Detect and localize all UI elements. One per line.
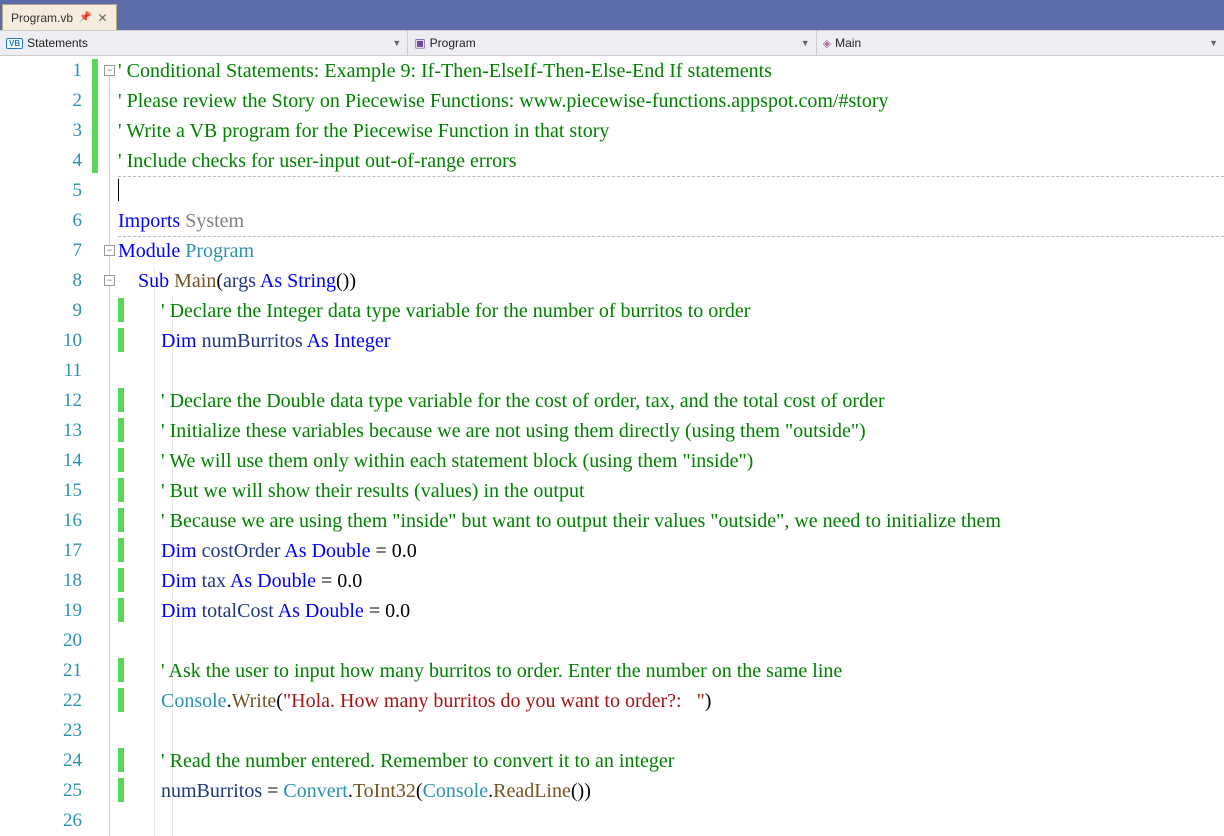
module-icon: ▣ [414,36,425,50]
line-number: 12 [0,386,82,416]
code-line[interactable]: ' We will use them only within each stat… [118,446,1224,476]
line-number: 1 [0,56,82,86]
fold-guide [109,76,110,836]
code-line[interactable]: ' Please review the Story on Piecewise F… [118,86,1224,116]
line-number: 5 [0,176,82,206]
fold-toggle[interactable]: − [104,65,115,76]
line-number: 3 [0,116,82,146]
method-icon: ◈ [823,37,831,50]
line-number: 7 [0,236,82,266]
code-line[interactable] [118,176,1224,206]
line-number: 25 [0,776,82,806]
text-cursor [118,179,119,201]
line-number-gutter: 1 2 3 4 5 6 7 8 9 10 11 12 13 14 15 16 1… [0,56,90,836]
vb-icon: VB [6,38,23,49]
chevron-down-icon: ▼ [801,38,810,48]
tab-bar: Program.vb 📌 ✕ [0,0,1224,30]
code-line[interactable]: Dim numBurritos As Integer [118,326,1224,356]
code-line[interactable]: ' Initialize these variables because we … [118,416,1224,446]
line-number: 24 [0,746,82,776]
line-number: 18 [0,566,82,596]
line-number: 14 [0,446,82,476]
line-number: 21 [0,656,82,686]
code-line[interactable] [118,806,1224,836]
change-marker [92,59,98,173]
nav-method-label: Main [835,36,861,50]
code-editor[interactable]: 1 2 3 4 5 6 7 8 9 10 11 12 13 14 15 16 1… [0,56,1224,836]
code-line[interactable] [118,356,1224,386]
line-number: 19 [0,596,82,626]
code-line[interactable]: numBurritos = Convert.ToInt32(Console.Re… [118,776,1224,806]
code-line[interactable]: Dim totalCost As Double = 0.0 [118,596,1224,626]
line-number: 10 [0,326,82,356]
line-number: 13 [0,416,82,446]
nav-method-dropdown[interactable]: ◈ Main ▼ [817,31,1224,55]
line-number: 23 [0,716,82,746]
code-line[interactable]: ' Conditional Statements: Example 9: If-… [118,56,1224,86]
nav-module-dropdown[interactable]: ▣ Program ▼ [408,31,816,55]
code-line[interactable]: ' Declare the Integer data type variable… [118,296,1224,326]
code-line[interactable]: Module Program [118,236,1224,266]
line-number: 22 [0,686,82,716]
line-number: 17 [0,536,82,566]
fold-toggle[interactable]: − [104,245,115,256]
code-line[interactable]: Dim tax As Double = 0.0 [118,566,1224,596]
line-number: 9 [0,296,82,326]
line-number: 8 [0,266,82,296]
code-line[interactable]: Sub Main(args As String()) [118,266,1224,296]
chevron-down-icon: ▼ [1209,38,1218,48]
code-line[interactable]: Imports System [118,206,1224,236]
line-number: 16 [0,506,82,536]
code-line[interactable]: Console.Write("Hola. How many burritos d… [118,686,1224,716]
line-number: 2 [0,86,82,116]
line-number: 6 [0,206,82,236]
line-number: 15 [0,476,82,506]
navigation-bar: VB Statements ▼ ▣ Program ▼ ◈ Main ▼ [0,30,1224,56]
code-line[interactable]: Dim costOrder As Double = 0.0 [118,536,1224,566]
fold-toggle[interactable]: − [104,275,115,286]
code-line[interactable]: ' But we will show their results (values… [118,476,1224,506]
code-line[interactable]: ' Ask the user to input how many burrito… [118,656,1224,686]
line-number: 4 [0,146,82,176]
tab-filename: Program.vb [11,11,73,25]
code-line[interactable]: ' Include checks for user-input out-of-r… [118,146,1224,176]
fold-column: − − − [104,56,118,836]
chevron-down-icon: ▼ [392,38,401,48]
code-line[interactable]: ' Read the number entered. Remember to c… [118,746,1224,776]
code-line[interactable] [118,626,1224,656]
code-line[interactable]: ' Write a VB program for the Piecewise F… [118,116,1224,146]
line-number: 20 [0,626,82,656]
line-number: 11 [0,356,82,386]
code-line[interactable] [118,716,1224,746]
pin-icon[interactable]: 📌 [79,12,91,23]
nav-module-label: Program [430,36,476,50]
nav-scope-label: Statements [27,36,88,50]
code-line[interactable]: ' Declare the Double data type variable … [118,386,1224,416]
code-area[interactable]: ' Conditional Statements: Example 9: If-… [118,56,1224,836]
code-line[interactable]: ' Because we are using them "inside" but… [118,506,1224,536]
nav-scope-dropdown[interactable]: VB Statements ▼ [0,31,408,55]
line-number: 26 [0,806,82,836]
file-tab[interactable]: Program.vb 📌 ✕ [2,4,117,30]
change-track [90,56,104,836]
close-icon[interactable]: ✕ [97,11,107,25]
